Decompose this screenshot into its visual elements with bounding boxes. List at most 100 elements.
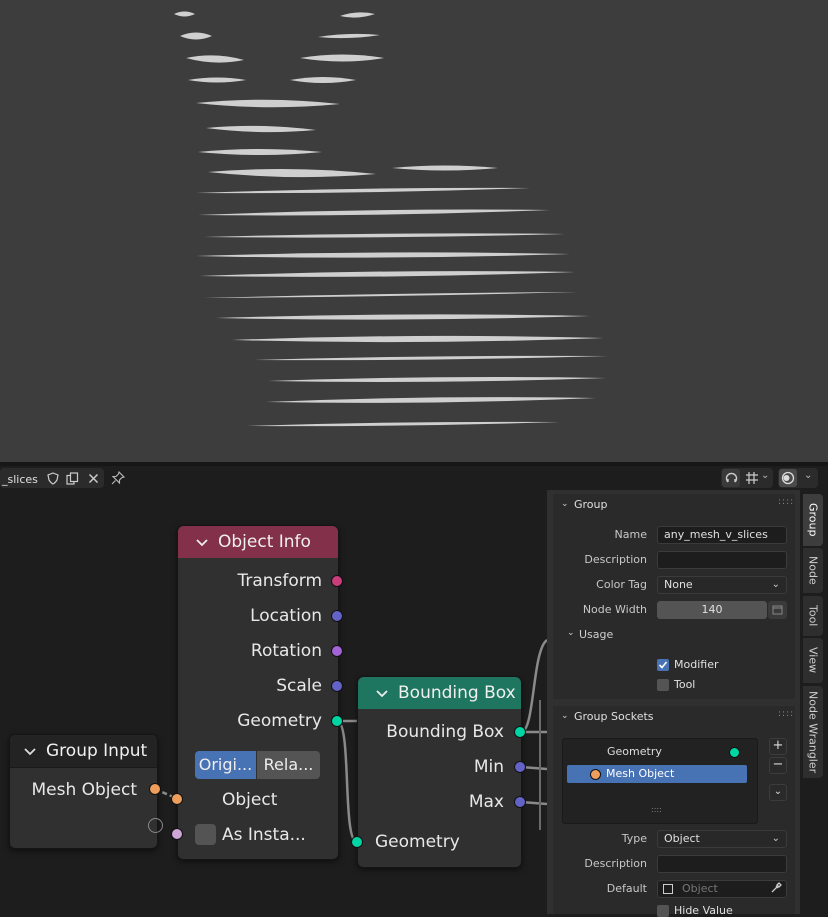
socket-list[interactable]: Geometry Mesh Object :::: <box>562 738 758 824</box>
socket-item-mesh-object[interactable]: Mesh Object <box>567 765 747 783</box>
name-label: Name <box>614 528 647 541</box>
geometry-input-label: Geometry <box>375 832 460 852</box>
node-width-field[interactable]: 140 <box>657 601 767 619</box>
color-tag-value: None <box>664 578 693 591</box>
location-output-socket[interactable] <box>331 610 343 622</box>
mesh-slice <box>196 99 340 108</box>
rotation-output-socket[interactable] <box>331 645 343 657</box>
pin-icon[interactable] <box>109 469 127 487</box>
mesh-slice <box>206 125 316 133</box>
tab-group[interactable]: Group <box>803 494 823 546</box>
transform-space-original-button[interactable]: Origi... <box>195 751 256 779</box>
group-input-title: Group Input <box>46 741 148 761</box>
panel-collapse-chevron-icon[interactable]: ⌄ <box>561 499 569 509</box>
transform-space-relative-button[interactable]: Rela... <box>257 751 320 779</box>
transform-output-socket[interactable] <box>331 575 343 587</box>
bounding-box-header[interactable]: Bounding Box <box>358 677 521 709</box>
socket-item-geometry[interactable]: Geometry <box>567 743 751 761</box>
mesh-slice <box>188 77 246 83</box>
socket-type-value: Object <box>664 832 700 845</box>
duplicate-icon[interactable] <box>63 469 81 487</box>
mesh-slice <box>198 149 322 155</box>
mesh-slices-preview <box>174 11 608 427</box>
panel-collapse-chevron-icon[interactable]: ⌄ <box>561 711 569 721</box>
scale-output-socket[interactable] <box>331 680 343 692</box>
usage-collapse-chevron-icon[interactable]: ⌄ <box>567 628 575 638</box>
group-input-node[interactable]: Group Input Mesh Object <box>9 734 158 849</box>
type-label: Type <box>621 832 647 845</box>
drag-handle-icon[interactable]: :::: <box>778 497 794 507</box>
remove-socket-button[interactable]: − <box>769 757 787 774</box>
snap-target-grid-icon[interactable] <box>743 469 761 487</box>
drag-handle-icon[interactable]: :::: <box>778 709 794 719</box>
object-info-title: Object Info <box>218 532 311 552</box>
object-info-node[interactable]: Object Info Transform Location Rotation … <box>177 525 339 860</box>
chevron-down-icon: ⌄ <box>771 579 780 590</box>
snap-toggle-icon[interactable] <box>722 469 740 487</box>
group-sockets-panel: ⌄ Group Sockets :::: Geometry Mesh Objec… <box>553 706 795 917</box>
mesh-object-output-socket[interactable] <box>149 783 161 795</box>
node-width-label: Node Width <box>582 603 647 616</box>
socket-type-dropdown[interactable]: Object ⌄ <box>657 830 787 848</box>
bounding-box-output-socket[interactable] <box>514 726 526 738</box>
snapping-group: ⌄ <box>721 468 773 488</box>
eyedropper-icon[interactable] <box>770 882 782 899</box>
description-field[interactable] <box>657 551 787 569</box>
empty-output-socket[interactable] <box>148 818 163 833</box>
geometry-input-socket[interactable] <box>351 836 363 848</box>
mesh-slice <box>174 11 195 17</box>
mesh-slice <box>196 187 530 194</box>
node-width-reset-icon[interactable] <box>768 601 787 619</box>
hide-value-label: Hide Value <box>674 904 733 917</box>
min-output-socket[interactable] <box>514 761 526 773</box>
modifier-checkbox[interactable] <box>657 659 669 671</box>
mesh-slice <box>266 397 596 403</box>
overlays-dropdown-chevron-icon[interactable]: ⌄ <box>804 470 812 481</box>
snap-dropdown-chevron-icon[interactable]: ⌄ <box>761 470 769 481</box>
as-instance-input-socket[interactable] <box>171 828 183 840</box>
unlink-close-icon[interactable] <box>84 469 102 487</box>
list-resize-grip-icon[interactable]: :::: <box>651 805 662 814</box>
add-socket-button[interactable]: + <box>769 738 787 755</box>
fake-user-shield-icon[interactable] <box>44 469 62 487</box>
as-instance-checkbox[interactable] <box>195 824 216 845</box>
group-sockets-title[interactable]: Group Sockets <box>574 710 654 723</box>
usage-subpanel-title[interactable]: Usage <box>579 628 613 641</box>
mesh-slice <box>180 32 212 40</box>
socket-description-field[interactable] <box>657 855 787 873</box>
node-editor-canvas[interactable]: Group Input Mesh Object Object Info Tran… <box>0 490 547 914</box>
object-input-label: Object <box>222 790 278 810</box>
mesh-slice <box>392 165 498 171</box>
collapse-chevron-icon[interactable] <box>196 532 208 552</box>
node-tree-selector[interactable]: _slices <box>0 468 104 488</box>
collapse-chevron-icon[interactable] <box>376 683 388 703</box>
overlays-icon[interactable] <box>779 469 797 487</box>
tab-tool[interactable]: Tool <box>803 596 823 636</box>
group-panel-title[interactable]: Group <box>574 498 608 511</box>
mesh-slice <box>340 12 375 18</box>
tab-node-wrangler[interactable]: Node Wrangler <box>803 686 823 778</box>
mesh-slice <box>204 233 565 238</box>
geometry-output-socket[interactable] <box>331 715 343 727</box>
default-label: Default <box>606 882 647 895</box>
node-tree-name[interactable]: _slices <box>0 471 42 489</box>
node-editor-header: _slices ⌄ ⌄ <box>0 466 828 490</box>
hide-value-checkbox[interactable] <box>657 905 669 917</box>
object-icon <box>663 884 673 894</box>
tab-node[interactable]: Node <box>803 548 823 593</box>
object-info-header[interactable]: Object Info <box>178 526 338 558</box>
collapse-chevron-icon[interactable] <box>24 741 36 761</box>
bounding-box-node[interactable]: Bounding Box Bounding Box Min Max Geomet… <box>357 676 522 868</box>
tab-view[interactable]: View <box>803 638 823 683</box>
object-input-socket[interactable] <box>171 793 183 805</box>
socket-specials-menu-icon[interactable]: ⌄ <box>769 784 787 801</box>
mesh-slice <box>300 54 384 62</box>
default-object-field[interactable]: Object <box>657 880 787 898</box>
max-output-socket[interactable] <box>514 796 526 808</box>
mesh-slice <box>204 292 578 298</box>
color-tag-dropdown[interactable]: None ⌄ <box>657 576 787 594</box>
name-field[interactable]: any_mesh_v_slices <box>657 526 787 544</box>
group-input-header[interactable]: Group Input <box>10 735 157 768</box>
3d-viewport[interactable] <box>0 0 828 462</box>
tool-checkbox[interactable] <box>657 679 669 691</box>
